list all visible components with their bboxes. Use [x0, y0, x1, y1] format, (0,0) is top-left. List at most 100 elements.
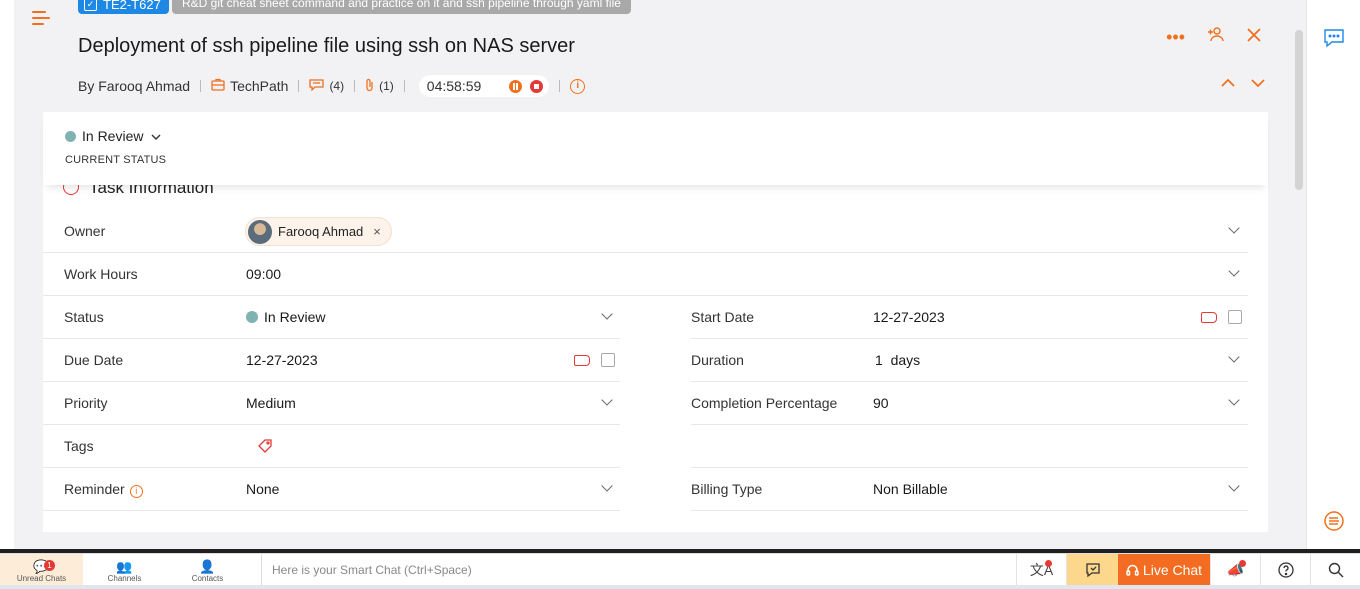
tab-label: Contacts [191, 574, 224, 583]
attachments-count[interactable]: (1) [379, 79, 394, 93]
right-rail [1306, 0, 1360, 549]
timer-widget: 04:58:59 [418, 75, 550, 97]
tab-channels[interactable]: 👥 Channels [83, 554, 166, 586]
field-row-empty [691, 425, 1248, 468]
parent-task-tag[interactable]: R&D git cheat sheet command and practice… [172, 0, 631, 14]
smart-chat-input[interactable]: Here is your Smart Chat (Ctrl+Space) [261, 554, 1009, 586]
status-field-value[interactable]: In Review [246, 309, 325, 325]
chevron-down-icon[interactable] [601, 308, 613, 320]
comments-count[interactable]: (4) [329, 79, 344, 93]
tab-unread-chats[interactable]: 💬 1 Unread Chats [0, 554, 83, 586]
close-icon[interactable] [1246, 27, 1262, 48]
help-icon[interactable] [1260, 554, 1310, 586]
info-icon[interactable]: i [570, 78, 586, 94]
current-status-caption: CURRENT STATUS [65, 154, 167, 166]
feedback-chat-icon[interactable] [1323, 28, 1345, 48]
field-label: Owner [64, 223, 106, 239]
status-dropdown[interactable]: In Review [65, 128, 161, 144]
clear-date-icon[interactable] [574, 355, 590, 366]
created-by: By Farooq Ahmad [78, 78, 191, 94]
field-row-reminder: Reminder i None [43, 468, 620, 511]
chevron-down-icon[interactable] [601, 394, 613, 406]
checkbox-icon: ✓ [84, 0, 97, 11]
channels-icon: 👥 [116, 559, 133, 574]
add-tag-icon[interactable] [257, 438, 273, 458]
field-row-priority: Priority Medium [43, 382, 620, 425]
megaphone-icon[interactable]: 📣 [1210, 554, 1260, 586]
tab-label: Unread Chats [16, 574, 67, 583]
field-label: Billing Type [691, 481, 763, 497]
chevron-up-icon[interactable] [1220, 75, 1236, 93]
list-circle-icon[interactable] [1323, 510, 1345, 531]
left-strip [0, 0, 14, 549]
bottom-chat-bar: 💬 1 Unread Chats 👥 Channels 👤 Contacts H… [0, 553, 1360, 589]
status-dot [246, 311, 258, 323]
follower-icon[interactable] [1207, 26, 1224, 48]
duration-value[interactable]: 1 days [875, 352, 920, 368]
priority-value[interactable]: Medium [246, 395, 296, 411]
chevron-down-icon[interactable] [1228, 394, 1240, 406]
field-label: Start Date [691, 309, 755, 325]
clear-date-icon[interactable] [1201, 312, 1217, 323]
top-actions: ••• [1166, 26, 1262, 48]
more-options-icon[interactable]: ••• [1166, 27, 1185, 48]
field-row-duration: Duration 1 days [691, 339, 1248, 382]
due-date-value[interactable]: 12-27-2023 [246, 352, 318, 368]
field-label: Completion Percentage [691, 395, 838, 411]
task-info-card: In Review CURRENT STATUS Task Informatio… [43, 112, 1268, 532]
field-label: Status [64, 309, 104, 325]
divider [200, 80, 202, 92]
attachment-icon[interactable] [365, 78, 374, 95]
field-row-due-date: Due Date 12-27-2023 [43, 339, 620, 382]
chevron-down-icon[interactable] [1228, 351, 1240, 363]
field-label: Due Date [64, 352, 124, 368]
project-link[interactable]: TechPath [230, 78, 288, 94]
bottom-actions: 文A Live Chat 📣 [1016, 554, 1360, 586]
field-row-work-hours: Work Hours 09:00 [43, 253, 1248, 296]
pause-icon[interactable] [509, 79, 523, 93]
chevron-down-icon[interactable] [601, 480, 613, 492]
divider [559, 80, 561, 92]
remove-owner-icon[interactable]: × [373, 224, 381, 239]
work-hours-value[interactable]: 09:00 [246, 266, 281, 282]
calendar-icon[interactable] [601, 353, 615, 367]
meta-row: By Farooq Ahmad TechPath (4) (1) 04:58:5… [78, 75, 586, 97]
owner-chip[interactable]: Farooq Ahmad × [245, 217, 392, 246]
start-date-value[interactable]: 12-27-2023 [873, 309, 945, 325]
current-status-header: In Review CURRENT STATUS [43, 112, 1268, 185]
billing-type-value[interactable]: Non Billable [873, 481, 948, 497]
search-icon[interactable] [1310, 554, 1360, 586]
divider [298, 80, 300, 92]
completion-value[interactable]: 90 [873, 395, 889, 411]
chevron-down-icon[interactable] [1228, 222, 1240, 234]
field-row-owner: Owner Farooq Ahmad × [43, 210, 1248, 253]
chevron-down-icon[interactable] [1228, 265, 1240, 277]
task-navigation [1220, 75, 1266, 93]
menu-icon[interactable] [32, 10, 52, 26]
chevron-down-icon [151, 134, 161, 140]
chevron-down-icon[interactable] [1250, 75, 1266, 93]
field-label: Tags [64, 438, 94, 454]
tab-contacts[interactable]: 👤 Contacts [166, 554, 249, 586]
task-id: TE2-T627 [103, 0, 161, 12]
status-value: In Review [82, 128, 144, 144]
status-dot [65, 131, 76, 142]
field-label: Duration [691, 352, 744, 368]
headset-icon [1126, 564, 1139, 576]
chevron-down-icon[interactable] [1228, 480, 1240, 492]
stop-icon[interactable] [530, 79, 544, 93]
task-detail-panel: ✓ TE2-T627 R&D git cheat sheet command a… [14, 0, 1306, 549]
field-label: Work Hours [64, 266, 138, 282]
translate-icon[interactable]: 文A [1016, 554, 1066, 586]
calendar-icon[interactable] [1228, 310, 1242, 324]
contacts-icon: 👤 [199, 559, 216, 574]
scrollbar[interactable] [1295, 30, 1303, 190]
comments-icon[interactable] [309, 78, 325, 94]
reminder-value[interactable]: None [246, 481, 279, 497]
live-chat-button[interactable]: Live Chat [1118, 554, 1210, 586]
info-icon[interactable]: i [129, 484, 143, 498]
avatar [248, 219, 272, 244]
task-id-badge[interactable]: ✓ TE2-T627 [78, 0, 169, 14]
owner-name: Farooq Ahmad [278, 224, 364, 239]
announcement-icon[interactable] [1066, 554, 1118, 586]
